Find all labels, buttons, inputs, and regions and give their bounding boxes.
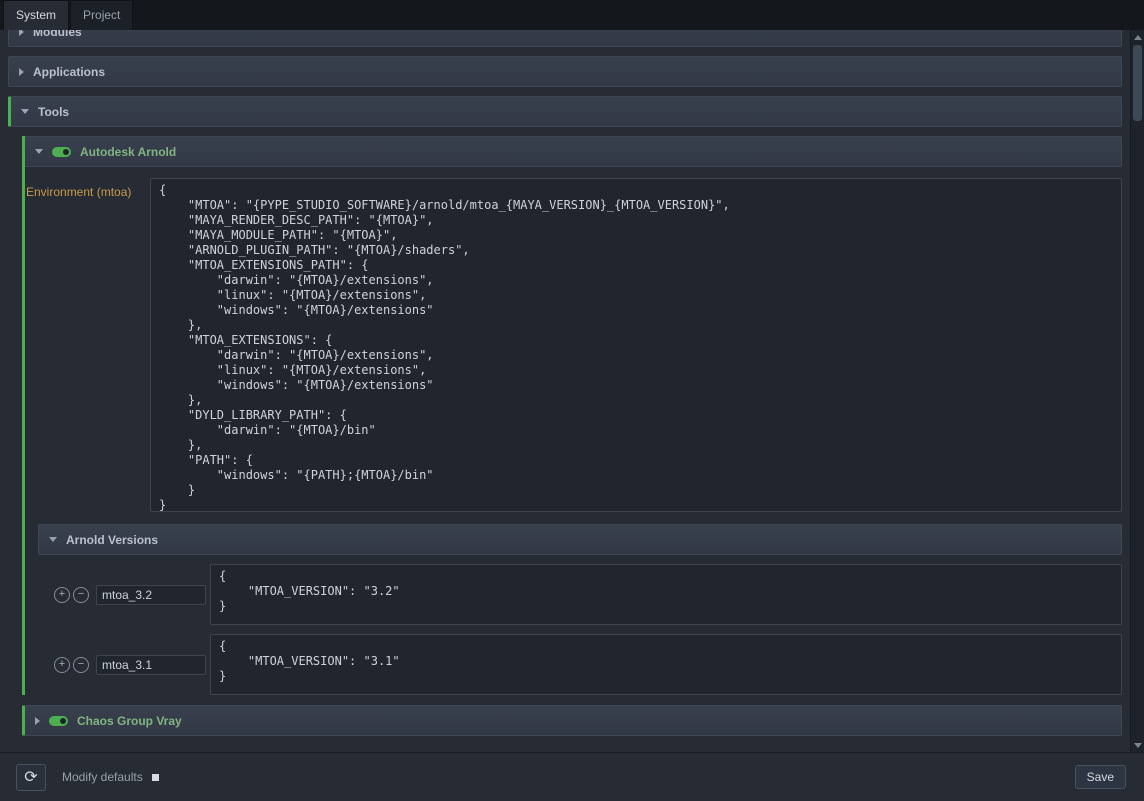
scroll-up-button[interactable] <box>1131 30 1144 44</box>
version-row-0: + − { "MTOA_VERSION": "3.2" } <box>54 564 1122 625</box>
tab-project-label: Project <box>83 8 120 22</box>
environment-label: Environment (mtoa) <box>26 178 150 199</box>
tools-body: Autodesk Arnold Environment (mtoa) { "MT… <box>8 136 1122 736</box>
environment-row: Environment (mtoa) { "MTOA": "{PYPE_STUD… <box>25 178 1122 512</box>
section-header-arnold-versions[interactable]: Arnold Versions <box>38 524 1122 555</box>
group-arnold: Autodesk Arnold Environment (mtoa) { "MT… <box>22 136 1122 695</box>
arrow-down-icon <box>1134 743 1142 748</box>
arnold-versions-label: Arnold Versions <box>66 533 158 547</box>
footer: ⟳ Modify defaults Save <box>0 752 1144 801</box>
scroll-down-button[interactable] <box>1131 738 1144 752</box>
chevron-right-icon <box>19 30 24 36</box>
chevron-right-icon <box>35 717 40 725</box>
refresh-icon: ⟳ <box>24 767 37 787</box>
add-item-button[interactable]: + <box>54 657 70 673</box>
modify-defaults-label: Modify defaults <box>62 770 143 784</box>
version-json-textarea[interactable]: { "MTOA_VERSION": "3.1" } <box>210 634 1122 695</box>
version-name-input[interactable] <box>96 585 206 605</box>
tab-project[interactable]: Project <box>70 0 133 30</box>
tab-system-label: System <box>16 8 56 22</box>
chevron-right-icon <box>19 68 24 76</box>
section-header-tools[interactable]: Tools <box>8 96 1122 127</box>
tabbar: System Project <box>0 0 1144 30</box>
version-row-controls: + − <box>54 655 210 675</box>
section-tools: Tools Autodesk Arnold Environment (mtoa)… <box>8 96 1122 736</box>
section-header-arnold[interactable]: Autodesk Arnold <box>25 136 1122 167</box>
version-row-1: + − { "MTOA_VERSION": "3.1" } <box>54 634 1122 695</box>
toggle-knob-icon <box>60 718 66 724</box>
version-row-controls: + − <box>54 585 210 605</box>
modified-indicator-icon <box>152 774 159 781</box>
refresh-button[interactable]: ⟳ <box>16 764 46 791</box>
version-name-input[interactable] <box>96 655 206 675</box>
save-button[interactable]: Save <box>1075 765 1126 789</box>
arrow-up-icon <box>1134 35 1142 40</box>
vray-title-label: Chaos Group Vray <box>77 714 182 728</box>
section-header-modules[interactable]: Modules <box>8 30 1122 47</box>
vray-enabled-toggle[interactable] <box>49 716 68 726</box>
settings-content: Modules Applications Tools Autodesk Arno… <box>0 30 1130 752</box>
section-header-vray[interactable]: Chaos Group Vray <box>22 705 1122 736</box>
environment-json-textarea[interactable]: { "MTOA": "{PYPE_STUDIO_SOFTWARE}/arnold… <box>150 178 1122 512</box>
add-item-button[interactable]: + <box>54 587 70 603</box>
section-modules-label: Modules <box>33 30 82 39</box>
vertical-scrollbar[interactable] <box>1130 30 1144 752</box>
toggle-knob-icon <box>63 149 69 155</box>
scrollbar-thumb[interactable] <box>1133 45 1142 121</box>
section-header-applications[interactable]: Applications <box>8 56 1122 87</box>
remove-item-button[interactable]: − <box>73 587 89 603</box>
remove-item-button[interactable]: − <box>73 657 89 673</box>
arnold-title-label: Autodesk Arnold <box>80 145 176 159</box>
chevron-down-icon <box>35 149 43 154</box>
arnold-body: Environment (mtoa) { "MTOA": "{PYPE_STUD… <box>25 167 1122 695</box>
chevron-down-icon <box>49 537 57 542</box>
settings-window: System Project Modules Applications Tool… <box>0 0 1144 801</box>
tab-system[interactable]: System <box>3 0 69 30</box>
version-json-textarea[interactable]: { "MTOA_VERSION": "3.2" } <box>210 564 1122 625</box>
chevron-down-icon <box>21 109 29 114</box>
section-applications-label: Applications <box>33 65 105 79</box>
arnold-enabled-toggle[interactable] <box>52 147 71 157</box>
section-tools-label: Tools <box>38 105 69 119</box>
group-vray: Chaos Group Vray <box>22 705 1122 736</box>
